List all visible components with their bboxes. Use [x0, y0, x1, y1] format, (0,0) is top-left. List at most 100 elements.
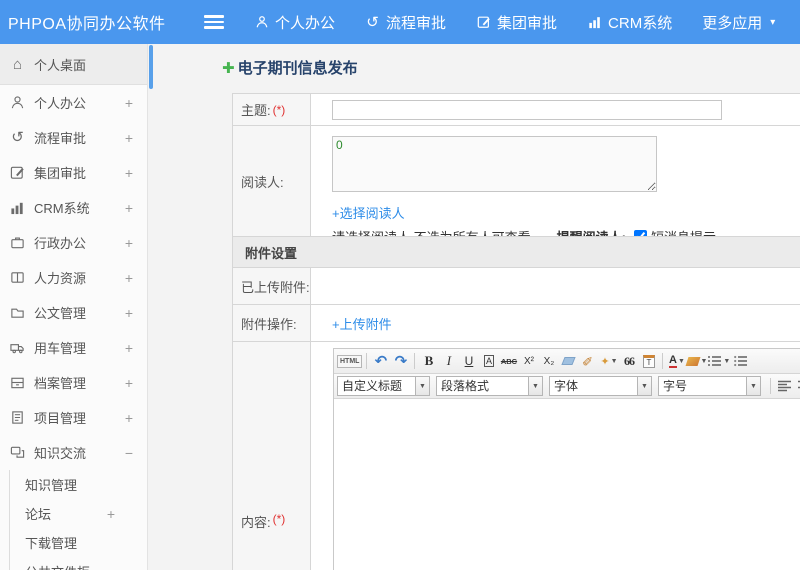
attachment-action-label: 附件操作:	[233, 305, 311, 341]
readers-label: 阅读人:	[233, 126, 311, 236]
editor-blockquote-button[interactable]: 66	[619, 351, 638, 371]
top-nav-label: 个人办公	[275, 14, 336, 32]
editor-bold-button[interactable]: B	[419, 351, 438, 371]
editor-ordered-list-button[interactable]: ▼	[708, 351, 730, 371]
attachment-action-row: 附件操作: +上传附件	[233, 305, 800, 342]
editor-align-center-button[interactable]	[795, 376, 800, 396]
expand-toggle[interactable]: +	[125, 95, 133, 111]
readers-textarea[interactable]: 0	[332, 136, 657, 192]
editor-font-size-select[interactable]: 字号 ▼	[658, 376, 761, 396]
editor-paste-text-button[interactable]: T	[639, 351, 658, 371]
editor-underline-button[interactable]: U	[459, 351, 478, 371]
app-title: PHPOA协同办公软件	[8, 16, 166, 33]
expand-toggle[interactable]: +	[125, 235, 133, 251]
editor-eraser-button[interactable]	[559, 351, 578, 371]
expand-toggle[interactable]: +	[125, 130, 133, 146]
editor-format-brush-button[interactable]: ✎	[579, 352, 599, 371]
sidebar-item-hr[interactable]: 人力资源 +	[0, 260, 147, 295]
toolbar-separator	[414, 353, 416, 369]
top-nav-crm[interactable]: CRM系统	[587, 12, 672, 33]
subject-input[interactable]	[332, 99, 722, 120]
sidebar-subitem-knowledge-mgmt[interactable]: 知识管理	[10, 470, 147, 499]
sidebar-item-archive-mgmt[interactable]: 档案管理 +	[0, 365, 147, 400]
sidebar-subitem-label: 下载管理	[25, 536, 78, 551]
ordered-list-icon	[708, 356, 722, 366]
content-value-cell: HTML ↶ ↷ B I U A ABC X² X₂ ✎ ✦ ▼ 66 T A …	[311, 342, 800, 570]
chevron-down-icon: ▼	[528, 376, 543, 396]
editor-italic-button[interactable]: I	[439, 351, 458, 371]
sidebar-item-group-approval[interactable]: 集团审批 +	[0, 155, 147, 190]
remind-readers-label: 提醒阅读人:	[557, 227, 626, 236]
editor-unordered-list-button[interactable]	[731, 351, 750, 371]
top-nav-more-apps[interactable]: 更多应用 ▾	[702, 12, 775, 33]
editor-superscript-button[interactable]: X²	[519, 351, 538, 371]
sidebar-subitem-forum[interactable]: 论坛 +	[10, 499, 147, 528]
upload-attachment-link[interactable]: +上传附件	[332, 314, 392, 333]
top-nav: 个人办公 ↺ 流程审批 集团审批 CRM系统 更多应用 ▾	[204, 0, 775, 44]
cycle-arrow-icon: ↺	[11, 129, 24, 146]
content-row: 内容: (*) HTML ↶ ↷ B I U A ABC X² X₂ ✎ ✦ ▼…	[233, 342, 800, 570]
editor-font-color-button[interactable]: A ▼	[667, 351, 686, 371]
sidebar-subitem-label: 公共文件柜	[25, 562, 115, 570]
expand-toggle[interactable]: +	[125, 165, 133, 181]
editor-editing-area[interactable]	[334, 399, 800, 570]
top-nav-label: 流程审批	[386, 14, 447, 32]
top-nav-personal-office[interactable]: 个人办公	[254, 12, 335, 33]
editor-subscript-button[interactable]: X₂	[539, 351, 558, 371]
editor-toolbar-row1: HTML ↶ ↷ B I U A ABC X² X₂ ✎ ✦ ▼ 66 T A …	[334, 349, 800, 374]
editor-html-source-button[interactable]: HTML	[337, 354, 363, 368]
sidebar-item-document-mgmt[interactable]: 公文管理 +	[0, 295, 147, 330]
expand-toggle[interactable]: +	[125, 410, 133, 426]
top-nav-label: CRM系统	[608, 14, 673, 32]
editor-custom-title-select[interactable]: 自定义标题 ▼	[337, 376, 430, 396]
sidebar-item-crm[interactable]: CRM系统 +	[0, 190, 147, 225]
edit-square-icon	[9, 164, 26, 181]
truck-icon	[9, 339, 26, 356]
editor-undo-button[interactable]: ↶	[371, 351, 390, 371]
sidebar-item-knowledge-exchange[interactable]: 知识交流 −	[0, 435, 147, 470]
sidebar-subitem-public-file-cabinet[interactable]: 公共文件柜	[10, 557, 147, 570]
sidebar-item-project-mgmt[interactable]: 项目管理 +	[0, 400, 147, 435]
briefcase-icon	[9, 234, 26, 251]
expand-toggle[interactable]: +	[125, 340, 133, 356]
chevron-down-icon: ▼	[637, 376, 652, 396]
user-icon	[254, 15, 269, 30]
hamburger-menu-button[interactable]	[204, 15, 224, 29]
top-nav-workflow-approval[interactable]: ↺ 流程审批	[365, 12, 446, 33]
document-icon	[9, 409, 26, 426]
archive-box-icon	[9, 374, 26, 391]
subject-value-cell	[311, 94, 800, 125]
expand-toggle[interactable]: +	[125, 270, 133, 286]
app-window: PHPOA协同办公软件 个人办公 ↺ 流程审批 集团审批 CRM系统 更多应用 …	[0, 0, 800, 570]
editor-font-border-button[interactable]: A	[479, 351, 498, 371]
editor-auto-format-button[interactable]: ✦ ▼	[599, 351, 618, 371]
subject-row: 主题: (*)	[233, 94, 800, 126]
editor-strikethrough-button[interactable]: ABC	[499, 351, 518, 371]
top-nav-group-approval[interactable]: 集团审批	[476, 12, 557, 33]
folder-icon	[9, 304, 26, 321]
editor-align-left-button[interactable]	[775, 376, 794, 396]
sidebar-item-label: 知识交流	[34, 446, 87, 461]
sidebar-item-vehicle-mgmt[interactable]: 用车管理 +	[0, 330, 147, 365]
editor-highlight-button[interactable]: ▼	[685, 351, 707, 371]
editor-font-family-select[interactable]: 字体 ▼	[549, 376, 652, 396]
book-icon	[9, 269, 26, 286]
subject-label: 主题: (*)	[233, 94, 311, 125]
top-nav-label: 集团审批	[497, 14, 558, 32]
editor-redo-button[interactable]: ↷	[391, 351, 410, 371]
expand-toggle[interactable]: +	[107, 506, 115, 522]
sidebar-subitem-download-mgmt[interactable]: 下载管理	[10, 528, 147, 557]
sidebar-item-admin-office[interactable]: 行政办公 +	[0, 225, 147, 260]
expand-toggle[interactable]: −	[125, 445, 133, 461]
expand-toggle[interactable]: +	[125, 305, 133, 321]
sidebar-item-personal-desktop[interactable]: ⌂ 个人桌面	[0, 44, 147, 85]
expand-toggle[interactable]: +	[125, 200, 133, 216]
sms-notify-checkbox[interactable]	[633, 230, 647, 236]
top-bar: PHPOA协同办公软件 个人办公 ↺ 流程审批 集团审批 CRM系统 更多应用 …	[0, 0, 800, 44]
bar-chart-icon	[9, 199, 26, 216]
editor-paragraph-format-select[interactable]: 段落格式 ▼	[436, 376, 543, 396]
sidebar-item-personal-office[interactable]: 个人办公 +	[0, 85, 147, 120]
expand-toggle[interactable]: +	[125, 375, 133, 391]
sidebar-item-workflow-approval[interactable]: ↺ 流程审批 +	[0, 120, 147, 155]
select-readers-link[interactable]: +选择阅读人	[332, 203, 800, 222]
